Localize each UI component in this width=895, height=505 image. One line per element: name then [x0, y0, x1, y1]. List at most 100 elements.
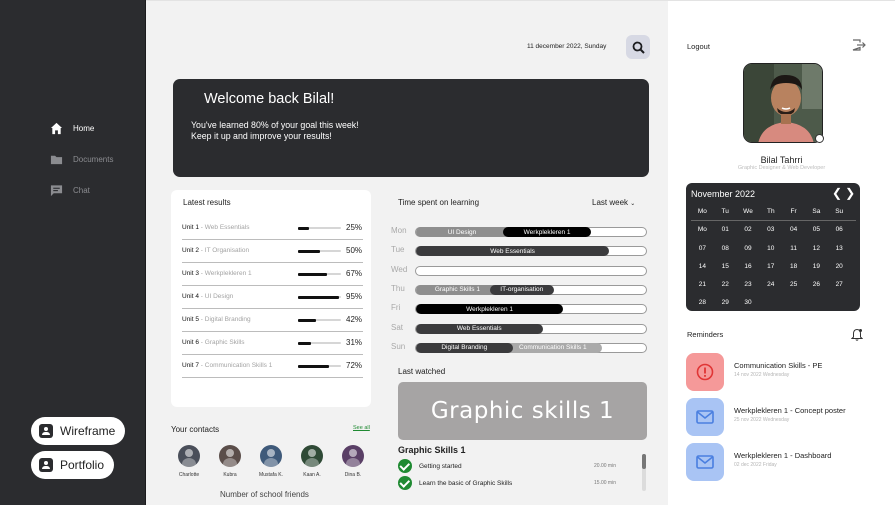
result-row[interactable]: Unit 4 - UI Design 95% [182, 286, 363, 309]
calendar-day[interactable]: 21 [691, 278, 714, 296]
calendar-day[interactable]: 19 [805, 260, 828, 278]
time-bar-segment[interactable]: IT-organisation [489, 284, 554, 295]
calendar-day[interactable]: Mo [691, 223, 714, 241]
time-bar-segment[interactable]: Web Essentials [416, 323, 543, 334]
calendar-nav[interactable]: ❮❯ [832, 186, 858, 200]
calendar-day[interactable]: 17 [759, 260, 782, 278]
home-icon [50, 122, 63, 135]
result-label: Unit 7 - Communication Skills 1 [182, 362, 272, 369]
result-row[interactable]: Unit 1 - Web Essentials 25% [182, 217, 363, 240]
calendar-day[interactable]: 27 [828, 278, 851, 296]
sidebar-item-label: Documents [73, 155, 114, 164]
result-row[interactable]: Unit 6 - Graphic Skills 31% [182, 332, 363, 355]
reminder-item[interactable]: Werkplekleren 1 - Dashboard 02 dec 2022 F… [686, 443, 886, 481]
time-bar-segment[interactable]: UI Design [416, 227, 508, 237]
calendar-day[interactable]: 01 [714, 223, 737, 241]
calendar-day[interactable]: 05 [805, 223, 828, 241]
result-progress-bar [298, 249, 341, 253]
result-course: - IT Organisation [198, 247, 250, 254]
calendar-day[interactable]: 15 [714, 260, 737, 278]
contact-item[interactable]: Dina B. [338, 445, 368, 478]
contact-avatar [301, 445, 323, 467]
calendar-day[interactable]: 24 [759, 278, 782, 296]
time-bar-track: Web Essentials [415, 246, 647, 257]
result-row[interactable]: Unit 3 - Werkplekleren 1 67% [182, 263, 363, 286]
result-row[interactable]: Unit 5 - Digital Branding 42% [182, 309, 363, 332]
sidebar-item-label: Chat [73, 186, 90, 195]
contact-avatar [260, 445, 282, 467]
portfolio-button-label: Portfolio [60, 458, 105, 472]
calendar-day[interactable]: 12 [805, 242, 828, 260]
calendar-day[interactable]: 28 [691, 296, 714, 314]
main-content: 11 december 2022, Sunday Welcome back Bi… [146, 0, 668, 505]
contact-item[interactable]: Mustafa K. [256, 445, 286, 478]
result-row[interactable]: Unit 2 - IT Organisation 50% [182, 240, 363, 263]
lesson-item[interactable]: Getting started 20.00 min [398, 459, 616, 473]
calendar-day[interactable]: 18 [782, 260, 805, 278]
calendar-day[interactable]: 07 [691, 242, 714, 260]
chevron-left-icon[interactable]: ❮ [832, 186, 845, 200]
time-bar-track: Werkplekleren 1 [415, 304, 647, 315]
result-percent: 31% [346, 338, 363, 347]
contact-item[interactable]: Kaan A. [297, 445, 327, 478]
time-bar-segment[interactable]: Werkplekleren 1 [503, 227, 591, 237]
result-label: Unit 5 - Digital Branding [182, 316, 251, 323]
contact-item[interactable]: Charlotte [174, 445, 204, 478]
course-thumbnail[interactable]: Graphic skills 1 [398, 382, 647, 440]
reminder-item[interactable]: Communication Skills - PE 14 nov 2022 Wed… [686, 353, 886, 391]
calendar-day[interactable]: 14 [691, 260, 714, 278]
reminder-item[interactable]: Werkplekleren 1 - Concept poster 25 nov 2… [686, 398, 886, 436]
calendar-day[interactable]: 11 [782, 242, 805, 260]
user-role: Graphic Designer & Web Developer [737, 165, 826, 171]
see-all-link[interactable]: See all [353, 425, 370, 431]
time-bar-segment[interactable]: Graphic Skills 1 [416, 284, 499, 295]
calendar-day[interactable]: 16 [737, 260, 760, 278]
time-bar-track: UI Design Werkplekleren 1 [415, 227, 647, 237]
calendar-day[interactable]: 02 [737, 223, 760, 241]
logout-icon[interactable] [852, 39, 866, 51]
calendar-day[interactable]: 25 [782, 278, 805, 296]
calendar-weekday: Fr [790, 208, 797, 215]
portfolio-button[interactable]: Portfolio [31, 451, 115, 479]
sidebar-item-home[interactable]: Home [50, 122, 94, 135]
avatar [743, 63, 823, 143]
calendar-day[interactable]: 13 [828, 242, 851, 260]
calendar-day[interactable]: 04 [782, 223, 805, 241]
calendar-day[interactable]: 09 [737, 242, 760, 260]
logout-link[interactable]: Logout [687, 42, 710, 51]
calendar-day[interactable]: 08 [714, 242, 737, 260]
time-bar-segment[interactable]: Communication Skills 1 [503, 342, 603, 353]
scrollbar-thumb[interactable] [642, 454, 646, 469]
calendar-day[interactable]: 20 [828, 260, 851, 278]
day-label: Tue [391, 245, 405, 255]
calendar-day[interactable]: 26 [805, 278, 828, 296]
banner-goal-text: You've learned 80% of your goal this wee… [191, 120, 359, 130]
photo-edit-badge[interactable] [815, 134, 824, 143]
result-progress-bar [298, 295, 341, 299]
calendar-day[interactable]: 23 [737, 278, 760, 296]
time-bar-segment[interactable]: Digital Branding [416, 342, 513, 353]
chevron-right-icon[interactable]: ❯ [845, 186, 858, 200]
calendar-day[interactable]: 22 [714, 278, 737, 296]
lesson-item[interactable]: Learn the basic of Graphic Skills 15.00 … [398, 476, 616, 490]
time-bar-segment[interactable]: Web Essentials [416, 246, 610, 257]
bell-icon[interactable] [851, 328, 863, 341]
calendar-day[interactable]: 06 [828, 223, 851, 241]
calendar-day[interactable]: 03 [759, 223, 782, 241]
result-course: - Graphic Skills [198, 339, 245, 346]
wireframe-button[interactable]: Wireframe [31, 417, 126, 445]
sidebar-item-documents[interactable]: Documents [50, 153, 113, 166]
period-dropdown[interactable]: Last week ⌄ [592, 198, 635, 207]
wireframe-button-label: Wireframe [60, 424, 116, 438]
calendar-day[interactable]: 30 [737, 296, 760, 314]
contact-name: Kubra [223, 472, 237, 478]
calendar-day[interactable]: 29 [714, 296, 737, 314]
contact-card-icon [39, 424, 53, 438]
lessons-scrollbar[interactable] [642, 454, 646, 491]
time-bar-segment[interactable]: Werkplekleren 1 [416, 304, 564, 315]
search-button[interactable] [626, 35, 650, 59]
sidebar-item-chat[interactable]: Chat [50, 184, 90, 197]
result-row[interactable]: Unit 7 - Communication Skills 1 72% [182, 355, 363, 378]
calendar-day[interactable]: 10 [759, 242, 782, 260]
contact-item[interactable]: Kubra [215, 445, 245, 478]
